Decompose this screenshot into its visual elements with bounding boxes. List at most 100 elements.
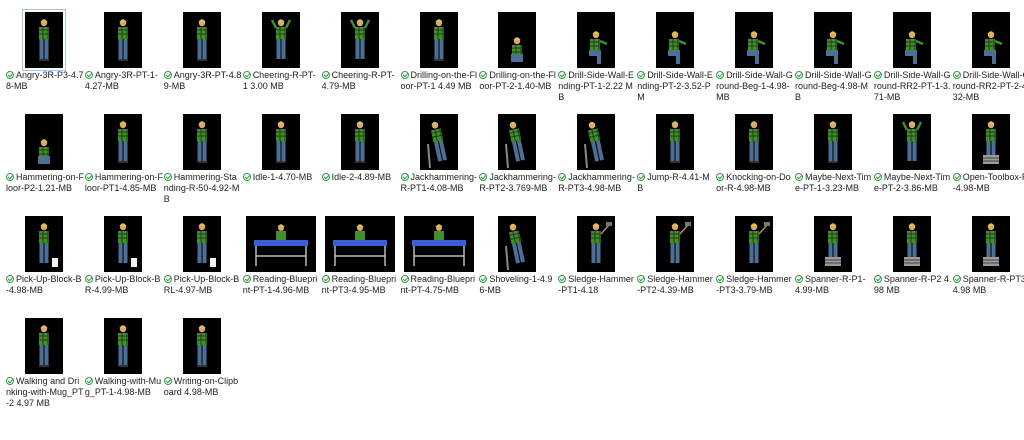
sync-status-check-icon	[558, 71, 567, 79]
file-thumbnail	[814, 114, 852, 170]
sync-status-check-icon	[952, 275, 961, 283]
sync-status-check-icon	[479, 275, 488, 283]
file-thumbnail	[814, 216, 852, 272]
sync-status-check-icon	[6, 377, 14, 385]
file-item[interactable]: Hammering-Standing-R-50-4.92-MB	[162, 104, 242, 204]
file-label: Maybe-Next-Time-PT-2-3.86-MB	[873, 172, 952, 194]
file-label: Hammering-Standing-R-50-4.92-MB	[163, 172, 242, 205]
file-item[interactable]: Reading-Blueprint-PT-1-4.96-MB	[241, 206, 321, 306]
file-item[interactable]: Reading-Blueprint-PT3-4.95-MB	[320, 206, 400, 306]
file-name: Angry-3R-P3-4.78-MB	[6, 70, 84, 91]
sync-status-check-icon	[637, 275, 646, 283]
worker-figure-image	[892, 114, 931, 170]
file-name: Sledge-Hammer-PT2-4.39-MB	[637, 274, 713, 295]
file-label: Spanner-R-P2 4.98 MB	[873, 274, 952, 296]
file-label: Sledge-Hammer-PT2-4.39-MB	[637, 274, 715, 296]
worker-figure-image	[182, 318, 221, 374]
file-thumbnail	[103, 318, 142, 374]
file-item[interactable]: Drill-Side-Wall-Ground-Beg-1-4.98-MB	[714, 2, 794, 102]
file-item[interactable]: Hammering-on-Floor-P2-1.21-MB	[4, 104, 84, 204]
file-item[interactable]: Knocking-on-Door-R-4.98-MB	[714, 104, 794, 204]
file-item[interactable]: Pick-Up-Block-BR-4.99-MB	[83, 206, 163, 306]
file-label: Drill-Side-Wall-Ground-RR2-PT-1-3.71-MB	[873, 70, 952, 103]
file-item[interactable]: Maybe-Next-Time-PT-2-3.86-MB	[872, 104, 952, 204]
file-item[interactable]: Drill-Side-Wall-Ending-PT-1-2.22 MB	[556, 2, 636, 102]
sync-status-check-icon	[558, 173, 567, 181]
worker-figure-image	[340, 114, 379, 170]
sync-status-check-icon	[637, 71, 646, 79]
file-item[interactable]: Drilling-on-the-Floor-PT-1 4.49 MB	[399, 2, 479, 102]
worker-figure-image	[103, 318, 142, 374]
sync-status-check-icon	[6, 71, 14, 79]
worker-figure-image	[577, 216, 616, 272]
file-item[interactable]: Drill-Side-Wall-Ground-RR2-PT-1-3.71-MB	[872, 2, 952, 102]
file-item[interactable]: Walking-with-Mug_PT-1-4.98-MB	[83, 308, 163, 408]
sync-status-check-icon	[6, 275, 14, 283]
file-thumbnail	[324, 216, 395, 272]
file-label: Angry-3R-P3-4.78-MB	[6, 70, 84, 92]
file-item[interactable]: Sledge-Hammer-PT2-4.39-MB	[635, 206, 715, 306]
file-item[interactable]: Idle-2-4.89-MB	[320, 104, 400, 204]
file-item[interactable]: Pick-Up-Block-B-4.98-MB	[4, 206, 84, 306]
sync-status-check-icon	[242, 71, 251, 79]
file-item[interactable]: Drilling-on-the-Floor-PT-2-1.40-MB	[477, 2, 557, 102]
file-thumbnail	[261, 114, 300, 170]
file-item[interactable]: Drill-Side-Wall-Ending-PT-2-3.52-PM	[635, 2, 715, 102]
file-item[interactable]: Maybe-Next-Time-PT-1-3.23-MB	[793, 104, 873, 204]
file-item[interactable]: Jackhammering-R-PT3-4.98-MB	[556, 104, 636, 204]
file-name: Spanner-R-PT3 4.98 MB	[952, 274, 1024, 295]
file-item[interactable]: Cheering-R-PT-1 3.00 MB	[241, 2, 321, 102]
file-name: Drill-Side-Wall-Ground-Beg-4.98-MB	[795, 70, 872, 102]
file-item[interactable]: Writing-on-Clipboard 4.98-MB	[162, 308, 242, 408]
file-item[interactable]: Jackhammering-R-PT1-4.08-MB	[399, 104, 479, 204]
worker-figure-image	[103, 12, 142, 68]
file-name: Drill-Side-Wall-Ending-PT-1-2.22 MB	[558, 70, 634, 102]
file-item[interactable]: Angry-3R-PT-4.89-MB	[162, 2, 242, 102]
sync-status-check-icon	[84, 71, 93, 79]
worker-figure-image	[656, 12, 695, 68]
file-item[interactable]: Sledge-Hammer-PT3-3.79-MB	[714, 206, 794, 306]
worker-figure-image	[577, 114, 616, 170]
file-name: Maybe-Next-Time-PT-2-3.86-MB	[873, 172, 951, 193]
file-item[interactable]: Drill-Side-Wall-Ground-RR2-PT-2-4.32-MB	[951, 2, 1024, 102]
sync-status-check-icon	[479, 71, 488, 79]
sync-status-check-icon	[795, 71, 803, 79]
file-item[interactable]: Pick-Up-Block-BRL-4.97-MB	[162, 206, 242, 306]
sync-status-check-icon	[242, 173, 251, 181]
file-name: Idle-2-4.89-MB	[331, 172, 392, 182]
file-item[interactable]: Spanner-R-P1-4.99-MB	[793, 206, 873, 306]
sync-status-check-icon	[479, 173, 488, 181]
file-item[interactable]: Angry-3R-PT-1-4.27-MB	[83, 2, 163, 102]
file-item[interactable]: Reading-Blueprint-PT-4.75-MB	[399, 206, 479, 306]
file-thumbnail	[182, 12, 221, 68]
file-item[interactable]: Cheering-R-PT-4.79-MB	[320, 2, 400, 102]
file-item[interactable]: Shoveling-1-4.96-MB	[477, 206, 557, 306]
file-label: Pick-Up-Block-BR-4.99-MB	[84, 274, 163, 296]
file-item[interactable]: Angry-3R-P3-4.78-MB	[4, 2, 84, 102]
sync-status-check-icon	[84, 173, 93, 181]
file-item[interactable]: Spanner-R-PT3 4.98 MB	[951, 206, 1024, 306]
file-thumbnail	[419, 12, 458, 68]
worker-figure-image	[245, 216, 316, 272]
file-item[interactable]: Walking and Drinking-with-Mug_PT-2 4.97 …	[4, 308, 84, 408]
sync-status-check-icon	[163, 275, 172, 283]
file-item[interactable]: Spanner-R-P2 4.98 MB	[872, 206, 952, 306]
file-name: Cheering-R-PT-1 3.00 MB	[242, 70, 316, 91]
file-item[interactable]: Sledge-Hammer-PT1-4.18	[556, 206, 636, 306]
file-item[interactable]: Open-Toolbox-R-4.98-MB	[951, 104, 1024, 204]
file-label: Jackhammering-R-PT1-4.08-MB	[400, 172, 479, 194]
file-item[interactable]: Jump-R-4.41-MB	[635, 104, 715, 204]
file-label: Drill-Side-Wall-Ground-Beg-1-4.98-MB	[716, 70, 794, 103]
file-item[interactable]: Drill-Side-Wall-Ground-Beg-4.98-MB	[793, 2, 873, 102]
worker-figure-image	[403, 216, 474, 272]
file-item[interactable]: Jackhammering-R-PT2-3.769-MB	[477, 104, 557, 204]
file-item[interactable]: Hammering-on-Floor-PT1-4.85-MB	[83, 104, 163, 204]
file-item[interactable]: Idle-1-4.70-MB	[241, 104, 321, 204]
file-thumbnail	[971, 12, 1010, 68]
file-thumbnail	[577, 114, 616, 170]
file-label: Spanner-R-PT3 4.98 MB	[952, 274, 1024, 296]
file-thumbnail	[22, 9, 66, 71]
file-label: Drilling-on-the-Floor-PT-2-1.40-MB	[479, 70, 557, 92]
file-name: Jump-R-4.41-MB	[637, 172, 710, 193]
file-thumbnail	[103, 12, 142, 68]
